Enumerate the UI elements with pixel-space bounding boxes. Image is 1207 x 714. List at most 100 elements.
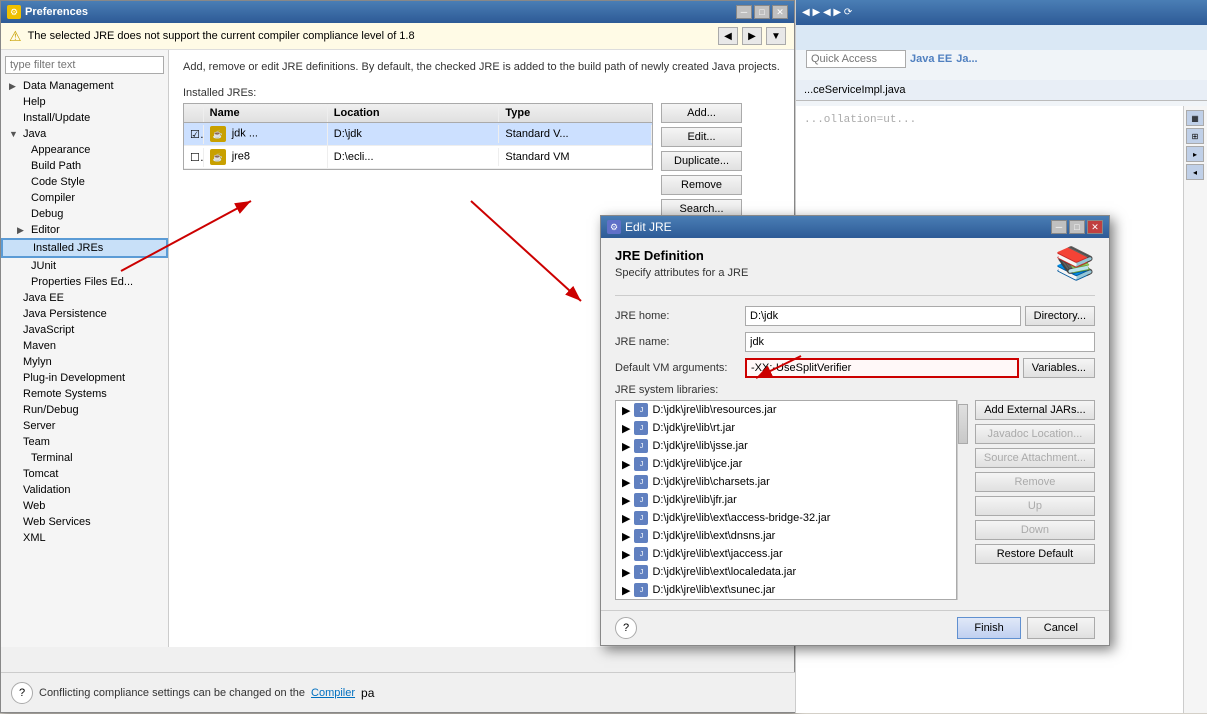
sidebar-item-server[interactable]: Server [1,418,168,434]
list-item[interactable]: ▶ J D:\jdk\jre\lib\rt.jar [616,419,956,437]
jar-icon: J [634,475,648,489]
filter-input[interactable] [5,56,164,74]
right-toolbar-icon[interactable]: ◂ [1186,164,1204,180]
sidebar-item-label: JavaScript [23,324,74,336]
warning-back-button[interactable]: ◀ [718,27,738,45]
add-button[interactable]: Add... [661,103,742,123]
list-item[interactable]: ▶ J D:\jdk\jre\lib\ext\localedata.jar [616,563,956,581]
sidebar-item-compiler[interactable]: Compiler [1,190,168,206]
sidebar-item-label: Remote Systems [23,388,107,400]
installed-jres-label: Installed JREs: [183,87,780,99]
sidebar-item-help[interactable]: Help [1,94,168,110]
jre-name-input[interactable] [745,332,1095,352]
list-item[interactable]: ▶ J D:\jdk\jre\lib\ext\sunec.jar [616,581,956,599]
list-item[interactable]: ▶ J D:\jdk\jre\lib\charsets.jar [616,473,956,491]
list-item[interactable]: ▶ J D:\jdk\jre\lib\ext\dnsns.jar [616,527,956,545]
sidebar-item-run-debug[interactable]: Run/Debug [1,402,168,418]
lib-path: D:\jdk\jre\lib\ext\localedata.jar [652,566,796,578]
sidebar-item-web-services[interactable]: Web Services [1,514,168,530]
right-toolbar-icon[interactable]: ▦ [1186,110,1204,126]
jre-home-input[interactable] [745,306,1021,326]
list-item[interactable]: ▶ J D:\jdk\jre\lib\jce.jar [616,455,956,473]
edit-jre-help-button[interactable]: ? [615,617,637,639]
sidebar-item-label: Debug [31,208,63,220]
open-file-tab[interactable]: ...ceServiceImpl.java [804,84,905,96]
quick-access-input[interactable] [806,50,906,68]
help-button[interactable]: ? [11,682,33,704]
remove-button[interactable]: Remove [661,175,742,195]
sidebar-item-java-ee[interactable]: Java EE [1,290,168,306]
sidebar-item-installed-jres[interactable]: Installed JREs [1,238,168,258]
maximize-button[interactable]: □ [754,5,770,19]
sidebar-item-properties[interactable]: Properties Files Ed... [1,274,168,290]
list-item[interactable]: ▶ J D:\jdk\jre\lib\ext\jaccess.jar [616,545,956,563]
sidebar-item-debug[interactable]: Debug [1,206,168,222]
warning-forward-button[interactable]: ▶ [742,27,762,45]
sidebar-item-remote-systems[interactable]: Remote Systems [1,386,168,402]
jar-icon: J [634,547,648,561]
sidebar-item-java[interactable]: ▼ Java [1,126,168,142]
sidebar-item-mylyn[interactable]: Mylyn [1,354,168,370]
directory-button[interactable]: Directory... [1025,306,1095,326]
sidebar-item-plugin-dev[interactable]: Plug-in Development [1,370,168,386]
sidebar-item-team[interactable]: Team [1,434,168,450]
finish-button[interactable]: Finish [957,617,1020,639]
sidebar-item-xml[interactable]: XML [1,530,168,546]
up-lib-button[interactable]: Up [975,496,1095,516]
ja-label: Ja... [956,53,977,65]
editor-tab-bar: ...ceServiceImpl.java [796,80,1207,101]
warning-menu-button[interactable]: ▼ [766,27,786,45]
edit-jre-close[interactable]: ✕ [1087,220,1103,234]
sidebar-item-javascript[interactable]: JavaScript [1,322,168,338]
sidebar-item-junit[interactable]: JUnit [1,258,168,274]
sidebar-item-tomcat[interactable]: Tomcat [1,466,168,482]
libs-scrollbar[interactable] [957,400,969,600]
row-checkbox[interactable]: ☑ [184,125,204,144]
table-row[interactable]: ☐ ☕ jre8 D:\ecli... Standard VM [184,146,652,169]
sidebar-item-validation[interactable]: Validation [1,482,168,498]
jre-libs-list[interactable]: ▶ J D:\jdk\jre\lib\resources.jar ▶ J D:\… [615,400,957,600]
sidebar-item-data-management[interactable]: ▶ Data Management [1,78,168,94]
sidebar-item-maven[interactable]: Maven [1,338,168,354]
sidebar-item-code-style[interactable]: Code Style [1,174,168,190]
expand-icon: ▶ [622,422,630,435]
row-checkbox[interactable]: ☐ [184,148,204,167]
sidebar-item-java-persistence[interactable]: Java Persistence [1,306,168,322]
restore-default-button[interactable]: Restore Default [975,544,1095,564]
table-row[interactable]: ☑ ☕ jdk ... D:\jdk Standard V... [184,123,652,146]
right-toolbar-icon[interactable]: ▸ [1186,146,1204,162]
cancel-button[interactable]: Cancel [1027,617,1095,639]
list-item[interactable]: ▶ J D:\jdk\jre\lib\jsse.jar [616,437,956,455]
source-attachment-button[interactable]: Source Attachment... [975,448,1095,468]
list-item[interactable]: ▶ J D:\jdk\jre\lib\jfr.jar [616,491,956,509]
remove-lib-button[interactable]: Remove [975,472,1095,492]
edit-button[interactable]: Edit... [661,127,742,147]
close-button[interactable]: ✕ [772,5,788,19]
down-lib-button[interactable]: Down [975,520,1095,540]
right-toolbar-icon[interactable]: ⊞ [1186,128,1204,144]
list-item[interactable]: ▶ J D:\jdk\jre\lib\resources.jar [616,401,956,419]
jar-icon: J [634,511,648,525]
javadoc-location-button[interactable]: Javadoc Location... [975,424,1095,444]
default-vm-input[interactable] [745,358,1019,378]
jre-definition-title: JRE Definition [615,248,748,263]
name-col-header: Name [204,104,328,122]
sidebar-item-install-update[interactable]: Install/Update [1,110,168,126]
sidebar-item-editor[interactable]: ▶ Editor [1,222,168,238]
add-external-jars-button[interactable]: Add External JARs... [975,400,1095,420]
minimize-button[interactable]: ─ [736,5,752,19]
edit-jre-minimize[interactable]: ─ [1051,220,1067,234]
duplicate-button[interactable]: Duplicate... [661,151,742,171]
jre-definition-sub: Specify attributes for a JRE [615,267,748,279]
expand-icon: ▶ [622,584,630,597]
sidebar-item-appearance[interactable]: Appearance [1,142,168,158]
location-col-header: Location [328,104,500,122]
compiler-link[interactable]: Compiler [311,687,355,699]
panel-description: Add, remove or edit JRE definitions. By … [183,60,780,75]
variables-button[interactable]: Variables... [1023,358,1095,378]
list-item[interactable]: ▶ J D:\jdk\jre\lib\ext\access-bridge-32.… [616,509,956,527]
sidebar-item-web[interactable]: Web [1,498,168,514]
edit-jre-maximize[interactable]: □ [1069,220,1085,234]
sidebar-item-terminal[interactable]: Terminal [1,450,168,466]
sidebar-item-build-path[interactable]: Build Path [1,158,168,174]
